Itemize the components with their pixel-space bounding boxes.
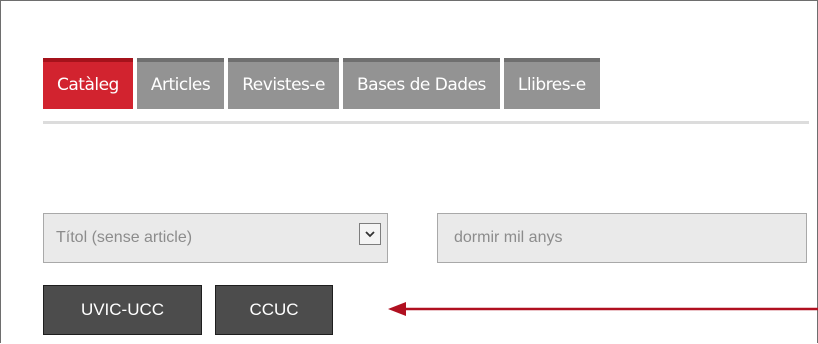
- page-frame: Catàleg Articles Revistes-e Bases de Dad…: [0, 0, 818, 343]
- ccuc-button[interactable]: CCUC: [215, 285, 333, 335]
- search-tabs: Catàleg Articles Revistes-e Bases de Dad…: [43, 58, 600, 109]
- tabs-divider: [43, 121, 809, 124]
- search-field-select[interactable]: Títol (sense article): [43, 213, 388, 263]
- search-field-select-value: Títol (sense article): [56, 229, 193, 246]
- tab-cataleg[interactable]: Catàleg: [43, 58, 133, 109]
- uvic-ucc-button[interactable]: UVIC-UCC: [43, 285, 202, 335]
- tab-llibres-e[interactable]: Llibres-e: [503, 58, 600, 109]
- arrow-left-icon: [388, 302, 818, 316]
- tab-bases-de-dades[interactable]: Bases de Dades: [342, 58, 500, 109]
- search-input[interactable]: [437, 213, 807, 263]
- tab-revistes-e[interactable]: Revistes-e: [228, 58, 339, 109]
- tab-articles[interactable]: Articles: [136, 58, 225, 109]
- chevron-down-icon[interactable]: [359, 223, 381, 245]
